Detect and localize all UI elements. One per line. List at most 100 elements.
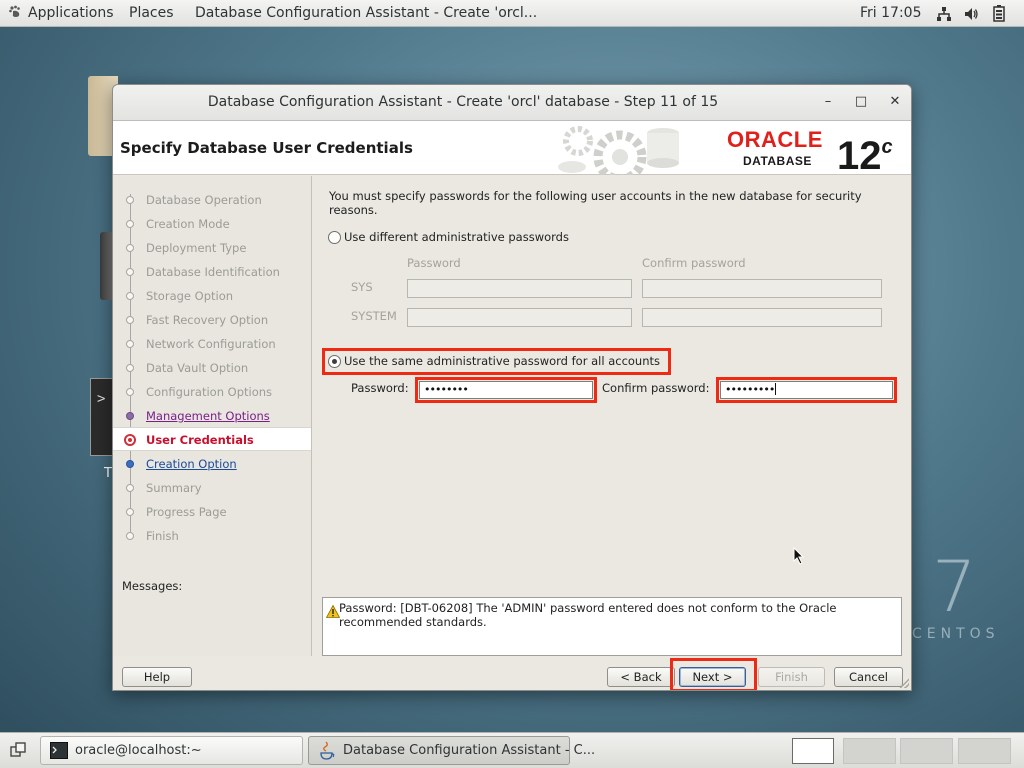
nav-item-label: Creation Option	[146, 457, 237, 471]
network-icon[interactable]	[936, 6, 952, 22]
dbca-window: Database Configuration Assistant - Creat…	[112, 84, 912, 691]
sys-password-field	[407, 279, 632, 298]
version-number: 12	[837, 134, 882, 178]
nav-item-label: Finish	[146, 529, 179, 543]
message-text: Password: [DBT-06208] The 'ADMIN' passwo…	[339, 601, 837, 629]
workspace-3[interactable]	[900, 738, 953, 764]
same-password-label[interactable]: Use the same administrative password for…	[344, 354, 660, 368]
nav-step-marker-icon	[126, 364, 134, 372]
messages-label: Messages:	[122, 579, 183, 593]
nav-step-marker-icon	[126, 484, 134, 492]
nav-item-label: Deployment Type	[146, 241, 247, 255]
battery-icon[interactable]	[993, 5, 1005, 22]
nav-item-progress-page: Progress Page	[113, 500, 311, 524]
taskbar-terminal[interactable]: oracle@localhost:~	[40, 736, 303, 765]
back-button[interactable]: < Back	[607, 667, 675, 687]
workspace-2[interactable]	[843, 738, 896, 764]
oracle-logo-sub: DATABASE	[743, 154, 812, 168]
clock[interactable]: Fri 17:05	[860, 5, 921, 21]
warning-icon	[326, 605, 340, 618]
nav-item-label: Database Operation	[146, 193, 262, 207]
confirm-password-value: •••••••••	[725, 383, 775, 396]
system-confirm-field	[642, 308, 882, 327]
nav-step-marker-icon	[126, 292, 134, 300]
nav-step-marker-icon	[126, 388, 134, 396]
centos-logo-number: 7	[932, 546, 977, 628]
nav-item-deployment-type: Deployment Type	[113, 236, 311, 260]
cancel-button[interactable]: Cancel	[834, 667, 903, 687]
nav-item-label: Summary	[146, 481, 202, 495]
nav-step-marker-icon	[126, 220, 134, 228]
terminal-icon	[50, 742, 68, 759]
close-button[interactable]: ✕	[886, 93, 904, 111]
sys-row-label: SYS	[351, 280, 373, 294]
nav-item-label: Fast Recovery Option	[146, 313, 269, 327]
messages-box: Password: [DBT-06208] The 'ADMIN' passwo…	[322, 597, 902, 656]
confirm-password-label: Confirm password:	[602, 381, 710, 395]
nav-step-marker-icon	[126, 196, 134, 204]
resize-grip-icon[interactable]	[899, 678, 909, 688]
window-titlebar[interactable]: Database Configuration Assistant - Creat…	[113, 85, 911, 121]
password-input[interactable]: ••••••••	[419, 381, 593, 399]
nav-item-management-options[interactable]: Management Options	[113, 404, 311, 428]
gears-graphic-icon	[558, 126, 679, 175]
nav-item-creation-option[interactable]: Creation Option	[113, 452, 311, 476]
taskbar-dbca[interactable]: Database Configuration Assistant - C...	[308, 736, 595, 765]
nav-step-marker-icon	[126, 460, 134, 468]
workspace-1[interactable]	[792, 738, 834, 764]
volume-icon[interactable]	[963, 6, 979, 22]
version-suffix: c	[881, 136, 893, 158]
java-icon	[320, 741, 335, 760]
nav-step-marker-icon	[126, 316, 134, 324]
places-menu[interactable]: Places	[129, 5, 174, 21]
applications-label: Applications	[28, 5, 114, 21]
nav-item-label: Database Identification	[146, 265, 280, 279]
nav-item-finish: Finish	[113, 524, 311, 548]
nav-item-user-credentials[interactable]: User Credentials	[113, 427, 311, 451]
nav-item-database-operation: Database Operation	[113, 188, 311, 212]
nav-item-label: User Credentials	[146, 433, 254, 447]
nav-step-marker-icon	[126, 340, 134, 348]
minimize-button[interactable]: –	[819, 93, 837, 111]
nav-item-label: Management Options	[146, 409, 270, 423]
nav-item-label: Network Configuration	[146, 337, 276, 351]
nav-step-marker-icon	[126, 532, 134, 540]
text-caret	[775, 383, 777, 395]
desktop-terminal-icon[interactable]: >	[90, 378, 114, 456]
nav-item-label: Data Vault Option	[146, 361, 249, 375]
intro-text: You must specify passwords for the follo…	[329, 189, 862, 217]
active-window-menu[interactable]: Database Configuration Assistant - Creat…	[195, 5, 537, 21]
nav-step-marker-icon	[126, 268, 134, 276]
same-password-radio[interactable]	[328, 355, 341, 368]
different-passwords-radio[interactable]	[328, 231, 341, 244]
nav-item-label: Storage Option	[146, 289, 234, 303]
nav-step-marker-icon	[124, 434, 136, 446]
centos-logo-word: CENTOS	[912, 626, 1000, 642]
nav-item-network-configuration: Network Configuration	[113, 332, 311, 356]
taskbar-terminal-label: oracle@localhost:~	[75, 743, 202, 758]
next-button[interactable]: Next >	[679, 667, 746, 687]
nav-item-creation-mode: Creation Mode	[113, 212, 311, 236]
nav-step-marker-icon	[126, 412, 134, 420]
finish-button[interactable]: Finish	[758, 667, 825, 687]
desktop-icon-label: T	[104, 466, 112, 481]
confirm-column-header: Confirm password	[642, 256, 746, 270]
show-desktop-icon[interactable]	[10, 742, 26, 758]
maximize-button[interactable]: □	[852, 93, 870, 111]
system-password-field	[407, 308, 632, 327]
oracle-version: 12c	[837, 125, 893, 178]
different-passwords-label[interactable]: Use different administrative passwords	[344, 230, 569, 244]
nav-item-fast-recovery-option: Fast Recovery Option	[113, 308, 311, 332]
applications-menu[interactable]: Applications	[8, 5, 114, 21]
page-title: Specify Database User Credentials	[120, 139, 413, 157]
nav-item-label: Progress Page	[146, 505, 227, 519]
nav-item-summary: Summary	[113, 476, 311, 500]
help-button[interactable]: Help	[122, 667, 192, 687]
window-title: Database Configuration Assistant - Creat…	[207, 94, 719, 110]
nav-item-label: Creation Mode	[146, 217, 230, 231]
taskbar-dbca-label: Database Configuration Assistant - C...	[343, 743, 596, 758]
confirm-password-input[interactable]: •••••••••	[720, 381, 893, 399]
gnome-foot-icon	[9, 5, 20, 17]
nav-step-marker-icon	[126, 508, 134, 516]
workspace-4[interactable]	[958, 738, 1011, 764]
